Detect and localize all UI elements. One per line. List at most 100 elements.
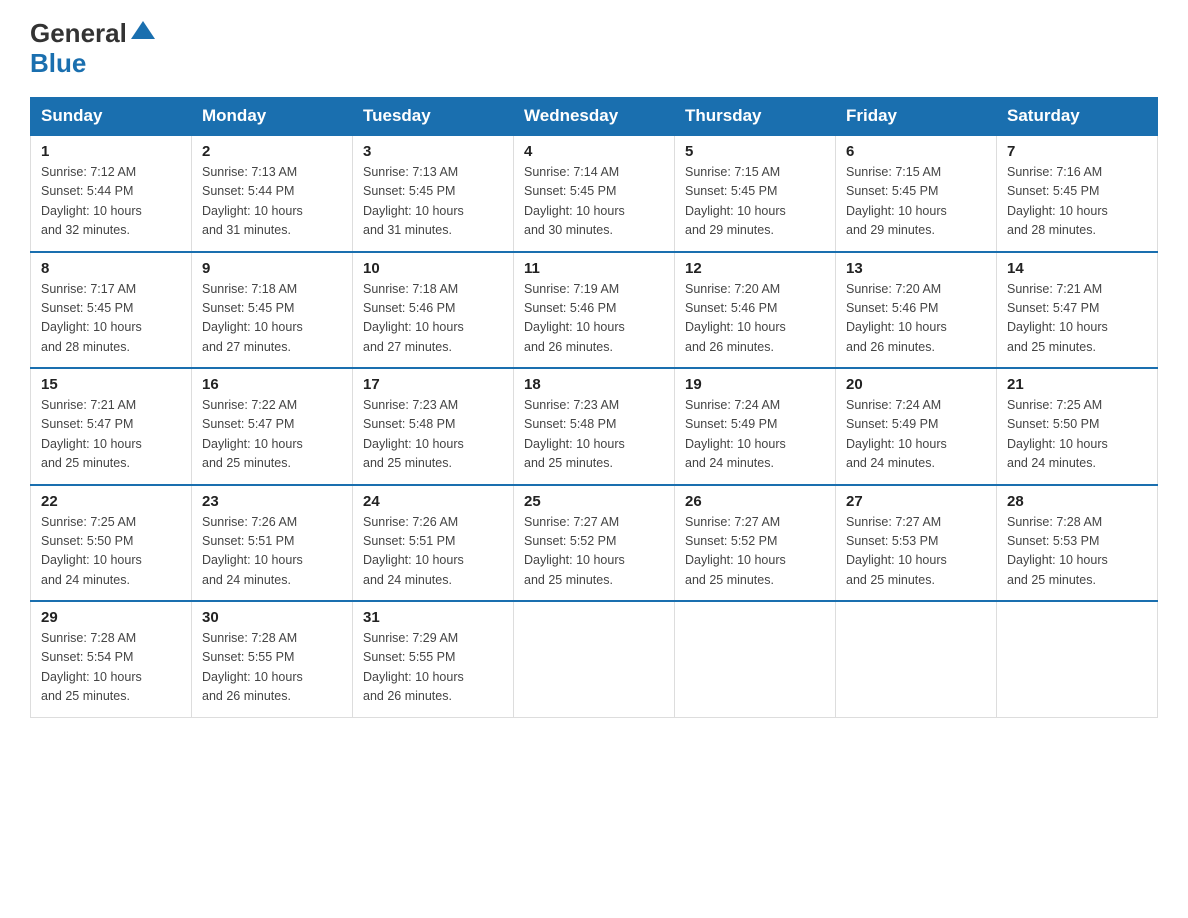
day-info: Sunrise: 7:14 AMSunset: 5:45 PMDaylight:… bbox=[524, 165, 625, 237]
calendar-week-row: 22 Sunrise: 7:25 AMSunset: 5:50 PMDaylig… bbox=[31, 485, 1158, 602]
column-header-thursday: Thursday bbox=[675, 98, 836, 136]
day-info: Sunrise: 7:21 AMSunset: 5:47 PMDaylight:… bbox=[1007, 282, 1108, 354]
calendar-cell: 11 Sunrise: 7:19 AMSunset: 5:46 PMDaylig… bbox=[514, 252, 675, 369]
day-info: Sunrise: 7:25 AMSunset: 5:50 PMDaylight:… bbox=[1007, 398, 1108, 470]
day-info: Sunrise: 7:24 AMSunset: 5:49 PMDaylight:… bbox=[846, 398, 947, 470]
calendar-cell: 31 Sunrise: 7:29 AMSunset: 5:55 PMDaylig… bbox=[353, 601, 514, 717]
day-info: Sunrise: 7:28 AMSunset: 5:54 PMDaylight:… bbox=[41, 631, 142, 703]
day-number: 9 bbox=[202, 260, 342, 277]
day-info: Sunrise: 7:26 AMSunset: 5:51 PMDaylight:… bbox=[202, 515, 303, 587]
column-header-tuesday: Tuesday bbox=[353, 98, 514, 136]
day-info: Sunrise: 7:27 AMSunset: 5:52 PMDaylight:… bbox=[685, 515, 786, 587]
calendar-cell: 19 Sunrise: 7:24 AMSunset: 5:49 PMDaylig… bbox=[675, 368, 836, 485]
day-number: 30 bbox=[202, 609, 342, 626]
logo-blue: Blue bbox=[30, 48, 86, 79]
logo-general: General bbox=[30, 20, 127, 46]
day-number: 13 bbox=[846, 260, 986, 277]
day-number: 4 bbox=[524, 143, 664, 160]
calendar-cell bbox=[514, 601, 675, 717]
day-number: 16 bbox=[202, 376, 342, 393]
day-info: Sunrise: 7:22 AMSunset: 5:47 PMDaylight:… bbox=[202, 398, 303, 470]
calendar-cell bbox=[836, 601, 997, 717]
calendar-cell: 28 Sunrise: 7:28 AMSunset: 5:53 PMDaylig… bbox=[997, 485, 1158, 602]
calendar-cell: 12 Sunrise: 7:20 AMSunset: 5:46 PMDaylig… bbox=[675, 252, 836, 369]
calendar-week-row: 1 Sunrise: 7:12 AMSunset: 5:44 PMDayligh… bbox=[31, 135, 1158, 252]
day-number: 8 bbox=[41, 260, 181, 277]
calendar-cell: 20 Sunrise: 7:24 AMSunset: 5:49 PMDaylig… bbox=[836, 368, 997, 485]
calendar-cell: 25 Sunrise: 7:27 AMSunset: 5:52 PMDaylig… bbox=[514, 485, 675, 602]
logo: General Blue bbox=[30, 20, 157, 79]
calendar-cell: 3 Sunrise: 7:13 AMSunset: 5:45 PMDayligh… bbox=[353, 135, 514, 252]
day-number: 24 bbox=[363, 493, 503, 510]
day-info: Sunrise: 7:15 AMSunset: 5:45 PMDaylight:… bbox=[685, 165, 786, 237]
column-header-monday: Monday bbox=[192, 98, 353, 136]
calendar-cell: 1 Sunrise: 7:12 AMSunset: 5:44 PMDayligh… bbox=[31, 135, 192, 252]
calendar-cell: 7 Sunrise: 7:16 AMSunset: 5:45 PMDayligh… bbox=[997, 135, 1158, 252]
calendar-cell: 13 Sunrise: 7:20 AMSunset: 5:46 PMDaylig… bbox=[836, 252, 997, 369]
day-info: Sunrise: 7:23 AMSunset: 5:48 PMDaylight:… bbox=[363, 398, 464, 470]
day-number: 28 bbox=[1007, 493, 1147, 510]
day-info: Sunrise: 7:20 AMSunset: 5:46 PMDaylight:… bbox=[846, 282, 947, 354]
calendar-cell: 16 Sunrise: 7:22 AMSunset: 5:47 PMDaylig… bbox=[192, 368, 353, 485]
day-number: 29 bbox=[41, 609, 181, 626]
calendar-cell: 8 Sunrise: 7:17 AMSunset: 5:45 PMDayligh… bbox=[31, 252, 192, 369]
day-number: 15 bbox=[41, 376, 181, 393]
calendar-cell: 27 Sunrise: 7:27 AMSunset: 5:53 PMDaylig… bbox=[836, 485, 997, 602]
calendar-cell: 2 Sunrise: 7:13 AMSunset: 5:44 PMDayligh… bbox=[192, 135, 353, 252]
day-info: Sunrise: 7:21 AMSunset: 5:47 PMDaylight:… bbox=[41, 398, 142, 470]
column-header-friday: Friday bbox=[836, 98, 997, 136]
calendar-cell: 17 Sunrise: 7:23 AMSunset: 5:48 PMDaylig… bbox=[353, 368, 514, 485]
calendar-cell: 18 Sunrise: 7:23 AMSunset: 5:48 PMDaylig… bbox=[514, 368, 675, 485]
day-info: Sunrise: 7:17 AMSunset: 5:45 PMDaylight:… bbox=[41, 282, 142, 354]
day-number: 21 bbox=[1007, 376, 1147, 393]
day-number: 26 bbox=[685, 493, 825, 510]
day-number: 10 bbox=[363, 260, 503, 277]
day-info: Sunrise: 7:16 AMSunset: 5:45 PMDaylight:… bbox=[1007, 165, 1108, 237]
calendar-cell bbox=[675, 601, 836, 717]
column-header-sunday: Sunday bbox=[31, 98, 192, 136]
day-number: 5 bbox=[685, 143, 825, 160]
calendar-cell: 10 Sunrise: 7:18 AMSunset: 5:46 PMDaylig… bbox=[353, 252, 514, 369]
day-number: 27 bbox=[846, 493, 986, 510]
day-number: 7 bbox=[1007, 143, 1147, 160]
day-info: Sunrise: 7:23 AMSunset: 5:48 PMDaylight:… bbox=[524, 398, 625, 470]
calendar-week-row: 15 Sunrise: 7:21 AMSunset: 5:47 PMDaylig… bbox=[31, 368, 1158, 485]
logo-arrow-icon bbox=[129, 17, 157, 45]
calendar-header-row: SundayMondayTuesdayWednesdayThursdayFrid… bbox=[31, 98, 1158, 136]
calendar-cell: 21 Sunrise: 7:25 AMSunset: 5:50 PMDaylig… bbox=[997, 368, 1158, 485]
day-number: 20 bbox=[846, 376, 986, 393]
calendar-cell: 5 Sunrise: 7:15 AMSunset: 5:45 PMDayligh… bbox=[675, 135, 836, 252]
calendar-cell: 6 Sunrise: 7:15 AMSunset: 5:45 PMDayligh… bbox=[836, 135, 997, 252]
page-header: General Blue bbox=[30, 20, 1158, 79]
day-number: 23 bbox=[202, 493, 342, 510]
day-info: Sunrise: 7:28 AMSunset: 5:53 PMDaylight:… bbox=[1007, 515, 1108, 587]
day-info: Sunrise: 7:13 AMSunset: 5:44 PMDaylight:… bbox=[202, 165, 303, 237]
day-number: 22 bbox=[41, 493, 181, 510]
day-info: Sunrise: 7:15 AMSunset: 5:45 PMDaylight:… bbox=[846, 165, 947, 237]
day-info: Sunrise: 7:18 AMSunset: 5:46 PMDaylight:… bbox=[363, 282, 464, 354]
day-info: Sunrise: 7:13 AMSunset: 5:45 PMDaylight:… bbox=[363, 165, 464, 237]
day-number: 3 bbox=[363, 143, 503, 160]
day-number: 11 bbox=[524, 260, 664, 277]
day-info: Sunrise: 7:28 AMSunset: 5:55 PMDaylight:… bbox=[202, 631, 303, 703]
day-number: 17 bbox=[363, 376, 503, 393]
day-info: Sunrise: 7:24 AMSunset: 5:49 PMDaylight:… bbox=[685, 398, 786, 470]
day-info: Sunrise: 7:18 AMSunset: 5:45 PMDaylight:… bbox=[202, 282, 303, 354]
day-info: Sunrise: 7:27 AMSunset: 5:52 PMDaylight:… bbox=[524, 515, 625, 587]
calendar-cell: 23 Sunrise: 7:26 AMSunset: 5:51 PMDaylig… bbox=[192, 485, 353, 602]
calendar-table: SundayMondayTuesdayWednesdayThursdayFrid… bbox=[30, 97, 1158, 718]
calendar-cell: 29 Sunrise: 7:28 AMSunset: 5:54 PMDaylig… bbox=[31, 601, 192, 717]
calendar-cell bbox=[997, 601, 1158, 717]
calendar-cell: 14 Sunrise: 7:21 AMSunset: 5:47 PMDaylig… bbox=[997, 252, 1158, 369]
day-number: 25 bbox=[524, 493, 664, 510]
calendar-cell: 26 Sunrise: 7:27 AMSunset: 5:52 PMDaylig… bbox=[675, 485, 836, 602]
calendar-cell: 24 Sunrise: 7:26 AMSunset: 5:51 PMDaylig… bbox=[353, 485, 514, 602]
day-info: Sunrise: 7:26 AMSunset: 5:51 PMDaylight:… bbox=[363, 515, 464, 587]
day-info: Sunrise: 7:19 AMSunset: 5:46 PMDaylight:… bbox=[524, 282, 625, 354]
day-number: 12 bbox=[685, 260, 825, 277]
day-number: 14 bbox=[1007, 260, 1147, 277]
day-info: Sunrise: 7:29 AMSunset: 5:55 PMDaylight:… bbox=[363, 631, 464, 703]
day-number: 2 bbox=[202, 143, 342, 160]
day-number: 19 bbox=[685, 376, 825, 393]
calendar-cell: 22 Sunrise: 7:25 AMSunset: 5:50 PMDaylig… bbox=[31, 485, 192, 602]
